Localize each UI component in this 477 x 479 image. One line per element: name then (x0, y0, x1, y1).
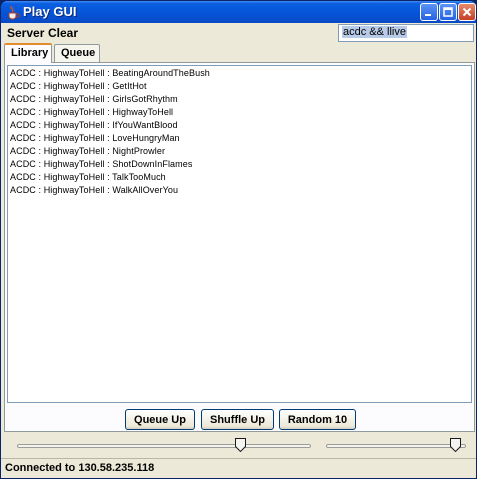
search-input[interactable]: acdc && llive (338, 24, 474, 42)
menu-bar: Server Clear acdc && llive (1, 23, 476, 43)
position-slider-thumb[interactable] (235, 438, 246, 453)
maximize-button[interactable] (439, 3, 457, 21)
title-bar[interactable]: Play GUI (1, 1, 476, 23)
list-item[interactable]: ACDC : HighwayToHell : TalkTooMuch (10, 172, 166, 182)
position-slider[interactable] (17, 437, 311, 453)
list-item[interactable]: ACDC : HighwayToHell : WalkAllOverYou (10, 185, 178, 195)
list-item[interactable]: ACDC : HighwayToHell : LoveHungryMan (10, 133, 180, 143)
volume-slider-thumb[interactable] (450, 438, 461, 453)
connection-status: Connected to 130.58.235.118 (5, 462, 155, 474)
queue-up-button[interactable]: Queue Up (125, 409, 195, 430)
app-window: Play GUI Server Clear acdc && llive Libr… (0, 0, 477, 479)
list-item[interactable]: ACDC : HighwayToHell : HighwayToHell (10, 107, 173, 117)
list-item[interactable]: ACDC : HighwayToHell : GirlsGotRhythm (10, 94, 178, 104)
menu-clear[interactable]: Clear (48, 26, 78, 40)
position-slider-track (17, 444, 311, 448)
maximize-icon (443, 7, 453, 17)
volume-slider[interactable] (326, 437, 466, 453)
list-item[interactable]: ACDC : HighwayToHell : NightProwler (10, 146, 165, 156)
tab-library[interactable]: Library (4, 43, 52, 63)
close-button[interactable] (458, 3, 476, 21)
list-item[interactable]: ACDC : HighwayToHell : IfYouWantBlood (10, 120, 178, 130)
client-area: Server Clear acdc && llive Library Queue… (1, 23, 476, 478)
menu-server[interactable]: Server (7, 26, 44, 40)
minimize-button[interactable] (420, 3, 438, 21)
search-input-text: acdc && llive (342, 26, 407, 38)
library-panel: ACDC : HighwayToHell : BeatingAroundTheB… (4, 62, 475, 432)
java-coffee-icon (5, 4, 21, 20)
list-item[interactable]: ACDC : HighwayToHell : GetItHot (10, 81, 147, 91)
list-item[interactable]: ACDC : HighwayToHell : ShotDownInFlames (10, 159, 192, 169)
random-10-button[interactable]: Random 10 (279, 409, 356, 430)
window-title: Play GUI (23, 4, 77, 19)
minimize-icon (424, 7, 434, 17)
library-list[interactable]: ACDC : HighwayToHell : BeatingAroundTheB… (7, 65, 472, 403)
volume-slider-track (326, 444, 466, 448)
status-bar: Connected to 130.58.235.118 (1, 458, 476, 478)
list-item[interactable]: ACDC : HighwayToHell : BeatingAroundTheB… (10, 68, 210, 78)
shuffle-up-button[interactable]: Shuffle Up (201, 409, 274, 430)
close-icon (462, 7, 472, 17)
tab-queue[interactable]: Queue (54, 44, 100, 62)
